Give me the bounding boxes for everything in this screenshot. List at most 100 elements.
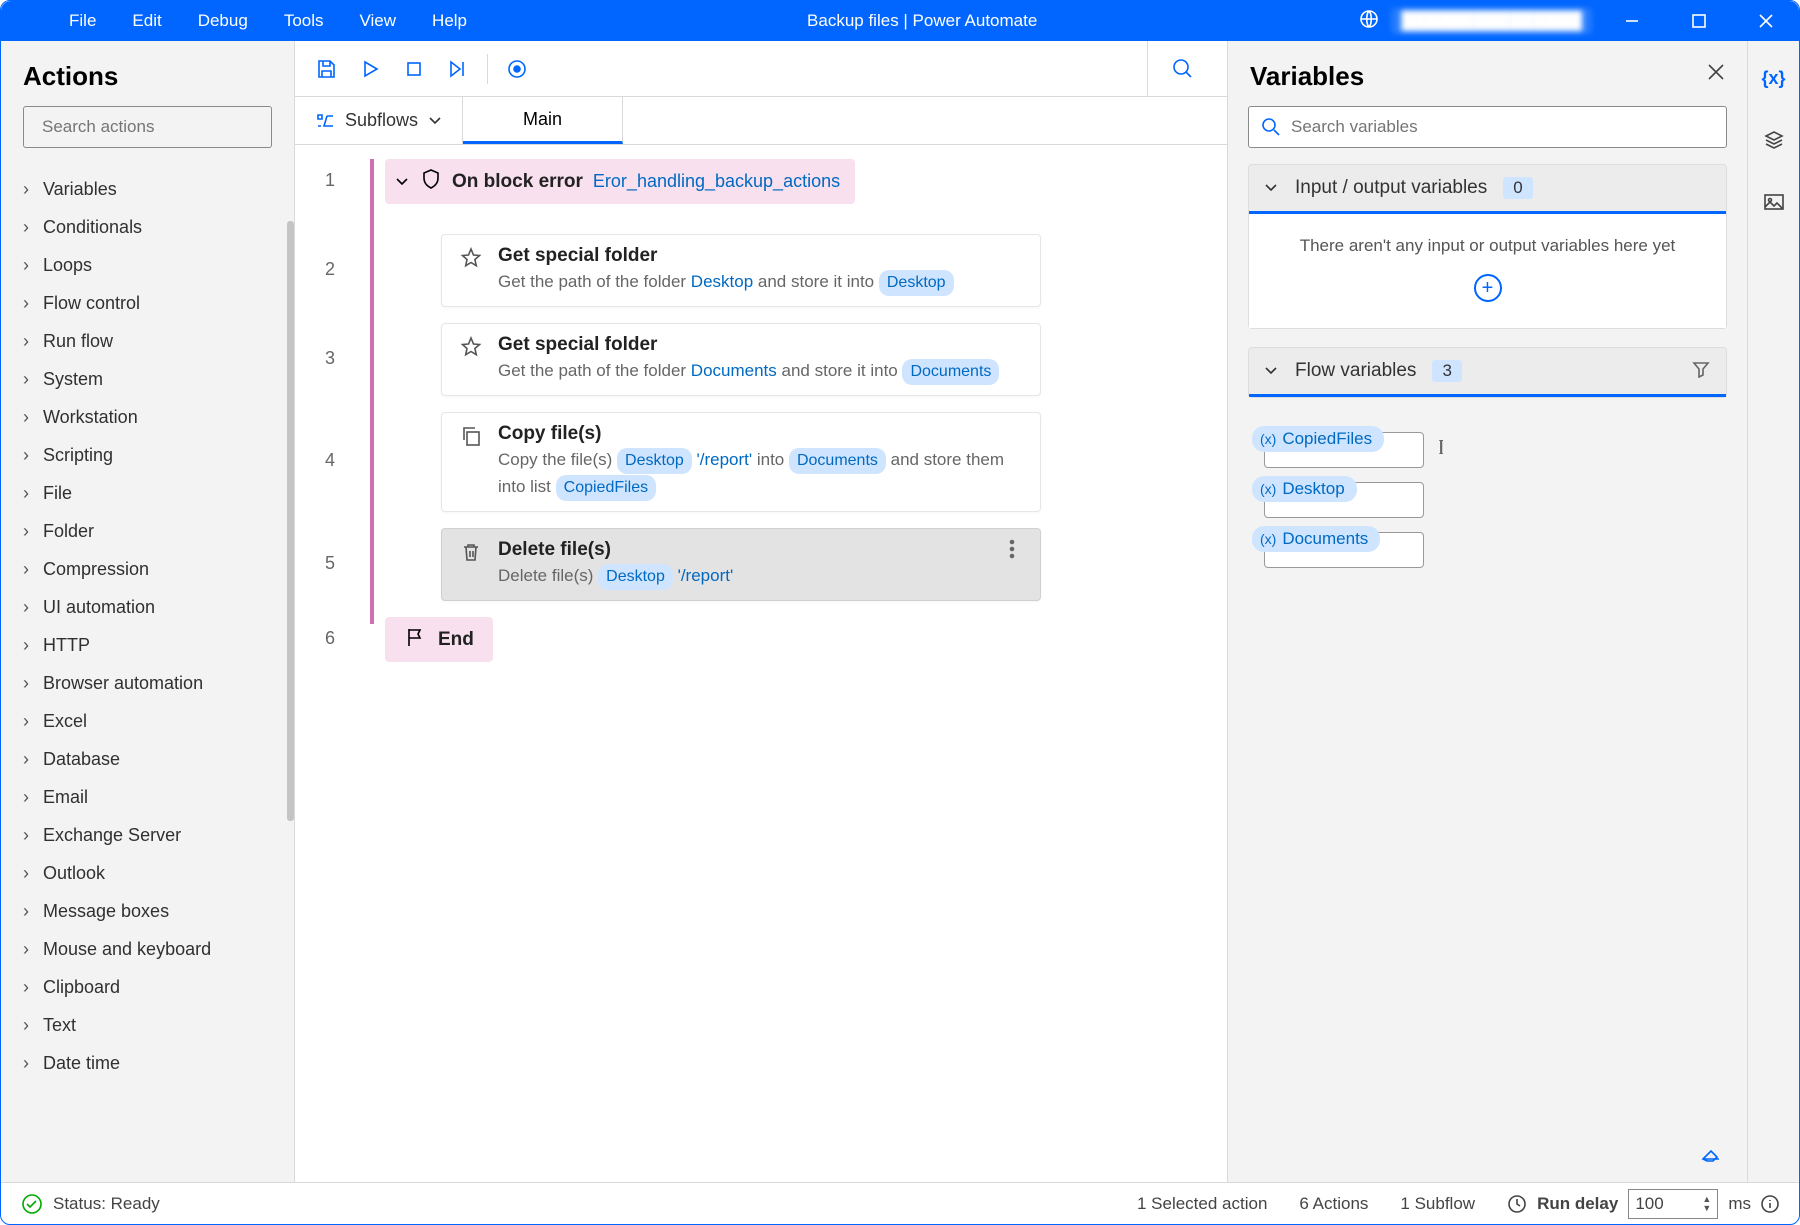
actions-category[interactable]: ›Compression [1, 550, 294, 588]
subflows-dropdown[interactable]: Subflows [295, 97, 463, 144]
star-icon [458, 334, 484, 358]
menu-file[interactable]: File [51, 1, 114, 41]
menu-debug[interactable]: Debug [180, 1, 266, 41]
info-icon[interactable] [1761, 1195, 1779, 1213]
rail-image-button[interactable] [1757, 185, 1791, 219]
more-icon[interactable] [1000, 539, 1024, 559]
close-button[interactable] [1738, 1, 1793, 41]
run-button[interactable] [349, 48, 391, 90]
status-text: Status: Ready [53, 1194, 160, 1214]
actions-category[interactable]: ›File [1, 474, 294, 512]
chevron-down-icon[interactable] [1263, 363, 1279, 379]
environment-pill[interactable]: ███████████████ [1391, 8, 1592, 34]
menu-tools[interactable]: Tools [266, 1, 342, 41]
actions-category[interactable]: ›Flow control [1, 284, 294, 322]
step-button[interactable] [437, 48, 479, 90]
subflows-label: Subflows [345, 110, 418, 131]
chevron-down-icon[interactable] [394, 174, 410, 190]
flow-variable[interactable]: (x)Documents [1264, 532, 1434, 568]
actions-category[interactable]: ›Workstation [1, 398, 294, 436]
run-delay-input[interactable]: 100 ▲▼ [1628, 1189, 1718, 1219]
subflow-bar: Subflows Main [295, 97, 1227, 145]
actions-category[interactable]: ›HTTP [1, 626, 294, 664]
scrollbar[interactable] [287, 221, 294, 821]
step-card[interactable]: Copy file(s)Copy the file(s) Desktop '/r… [441, 412, 1041, 512]
actions-category[interactable]: ›Text [1, 1006, 294, 1044]
main-menu: File Edit Debug Tools View Help [1, 1, 485, 41]
line-number: 2 [295, 259, 335, 280]
copy-icon [458, 423, 484, 447]
error-handler-link[interactable]: Eror_handling_backup_actions [593, 171, 840, 192]
actions-category[interactable]: ›Date time [1, 1044, 294, 1082]
io-variables-count: 0 [1503, 177, 1532, 199]
close-variables-button[interactable] [1707, 63, 1725, 86]
variables-search-input[interactable] [1291, 117, 1714, 137]
variables-search[interactable] [1248, 106, 1727, 148]
step-card[interactable]: Get special folderGet the path of the fo… [441, 234, 1041, 307]
tab-main[interactable]: Main [463, 97, 623, 144]
actions-category[interactable]: ›Database [1, 740, 294, 778]
step-card[interactable]: Get special folderGet the path of the fo… [441, 323, 1041, 396]
stop-button[interactable] [393, 48, 435, 90]
editor-toolbar [295, 41, 1227, 97]
rail-layers-button[interactable] [1757, 123, 1791, 157]
actions-category[interactable]: ›Message boxes [1, 892, 294, 930]
chevron-down-icon [428, 114, 442, 128]
menu-edit[interactable]: Edit [114, 1, 179, 41]
error-block-strip [370, 159, 374, 624]
status-selected: 1 Selected action [1137, 1194, 1267, 1214]
actions-category[interactable]: ›Browser automation [1, 664, 294, 702]
ms-label: ms [1728, 1194, 1751, 1214]
menu-view[interactable]: View [342, 1, 415, 41]
actions-heading: Actions [1, 41, 294, 106]
menu-help[interactable]: Help [414, 1, 485, 41]
add-io-variable-button[interactable]: + [1474, 274, 1502, 302]
actions-category[interactable]: ›Outlook [1, 854, 294, 892]
eraser-button[interactable] [1699, 1141, 1723, 1170]
editor-search-button[interactable] [1147, 41, 1217, 97]
actions-category[interactable]: ›Loops [1, 246, 294, 284]
io-variables-empty: There aren't any input or output variabl… [1269, 236, 1706, 256]
step-on-block-error[interactable]: On block errorEror_handling_backup_actio… [385, 159, 855, 204]
actions-category[interactable]: ›System [1, 360, 294, 398]
actions-category[interactable]: ›Folder [1, 512, 294, 550]
stepper-icon[interactable]: ▲▼ [1702, 1195, 1711, 1213]
globe-icon[interactable] [1359, 9, 1379, 34]
flow-variable[interactable]: (x)CopiedFiles[] [1264, 432, 1434, 468]
maximize-button[interactable] [1671, 1, 1726, 41]
flow-variable[interactable]: (x)Desktop [1264, 482, 1434, 518]
minimize-button[interactable] [1604, 1, 1659, 41]
actions-category[interactable]: ›Clipboard [1, 968, 294, 1006]
chevron-down-icon[interactable] [1263, 180, 1279, 196]
line-number: 5 [295, 553, 335, 574]
shield-icon [420, 168, 442, 195]
line-number: 3 [295, 348, 335, 369]
actions-category[interactable]: ›Mouse and keyboard [1, 930, 294, 968]
line-number: 1 [295, 170, 335, 191]
actions-category[interactable]: ›Run flow [1, 322, 294, 360]
step-end[interactable]: End [385, 617, 493, 662]
run-delay-value: 100 [1635, 1194, 1663, 1214]
actions-search[interactable] [23, 106, 272, 148]
save-button[interactable] [305, 48, 347, 90]
actions-category[interactable]: ›Exchange Server [1, 816, 294, 854]
flow-canvas: 1 On block errorEror_handling_backup_acti… [295, 145, 1227, 1182]
actions-search-input[interactable] [42, 117, 263, 137]
actions-category[interactable]: ›Email [1, 778, 294, 816]
record-button[interactable] [496, 48, 538, 90]
filter-icon[interactable] [1692, 360, 1710, 378]
flag-icon [404, 626, 426, 653]
actions-tree: ›Variables›Conditionals›Loops›Flow contr… [1, 162, 294, 1182]
variables-panel: Variables Input / output variables 0 The… [1227, 41, 1747, 1182]
actions-category[interactable]: ›Scripting [1, 436, 294, 474]
clock-icon [1507, 1194, 1527, 1214]
actions-category[interactable]: ›Conditionals [1, 208, 294, 246]
flow-variables-count: 3 [1432, 360, 1461, 382]
actions-category[interactable]: ›Excel [1, 702, 294, 740]
flow-variables-section: Flow variables 3 [1248, 347, 1727, 398]
step-card[interactable]: Delete file(s)Delete file(s) Desktop '/r… [441, 528, 1041, 601]
actions-category[interactable]: ›Variables [1, 170, 294, 208]
trash-icon [458, 539, 484, 563]
actions-category[interactable]: ›UI automation [1, 588, 294, 626]
rail-variables-button[interactable]: {x} [1757, 61, 1791, 95]
